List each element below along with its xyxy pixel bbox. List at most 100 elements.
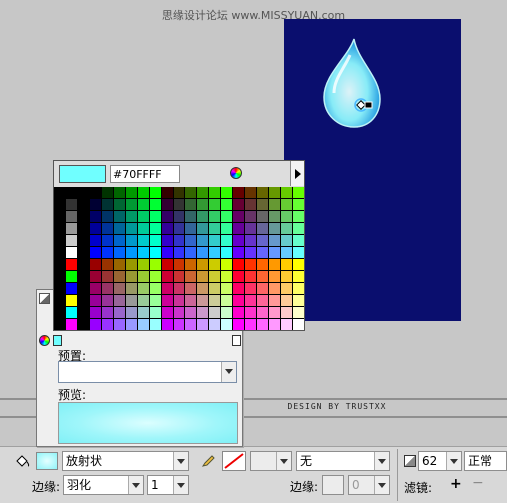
color-swatch[interactable] <box>269 211 281 222</box>
color-swatch[interactable] <box>257 187 269 198</box>
color-swatch[interactable] <box>161 223 173 234</box>
color-swatch[interactable] <box>137 271 149 282</box>
color-swatch[interactable] <box>257 247 269 258</box>
color-swatch[interactable] <box>173 247 185 258</box>
color-swatch[interactable] <box>125 259 137 270</box>
color-swatch[interactable] <box>54 199 65 210</box>
color-swatch[interactable] <box>209 271 221 282</box>
color-swatch[interactable] <box>125 307 137 318</box>
color-swatch[interactable] <box>125 223 137 234</box>
color-swatch[interactable] <box>257 199 269 210</box>
color-swatch[interactable] <box>137 259 149 270</box>
color-swatch[interactable] <box>161 307 173 318</box>
color-swatch[interactable] <box>281 235 293 246</box>
color-swatch[interactable] <box>77 295 89 306</box>
stroke-edge-select[interactable] <box>322 475 344 495</box>
color-swatch[interactable] <box>257 223 269 234</box>
color-swatch[interactable] <box>197 187 209 198</box>
color-swatch[interactable] <box>221 187 233 198</box>
color-swatch[interactable] <box>257 295 269 306</box>
color-swatch[interactable] <box>149 211 161 222</box>
color-swatch[interactable] <box>185 319 197 330</box>
stroke-color-swatch[interactable] <box>222 451 246 471</box>
color-swatch[interactable] <box>293 271 304 282</box>
color-swatch[interactable] <box>161 295 173 306</box>
color-swatch[interactable] <box>125 187 137 198</box>
color-swatch[interactable] <box>209 235 221 246</box>
color-swatch[interactable] <box>293 187 304 198</box>
opacity-field[interactable]: 62 <box>418 451 462 471</box>
color-swatch[interactable] <box>269 295 281 306</box>
color-swatch[interactable] <box>173 319 185 330</box>
color-swatch[interactable] <box>281 187 293 198</box>
color-swatch[interactable] <box>293 235 304 246</box>
color-swatch[interactable] <box>221 295 233 306</box>
color-swatch[interactable] <box>197 223 209 234</box>
color-swatch[interactable] <box>221 259 233 270</box>
hex-input[interactable] <box>110 165 180 183</box>
color-swatch[interactable] <box>233 247 245 258</box>
color-swatch[interactable] <box>209 319 221 330</box>
color-swatch[interactable] <box>161 211 173 222</box>
color-swatch[interactable] <box>173 223 185 234</box>
color-swatch[interactable] <box>149 283 161 294</box>
color-swatch[interactable] <box>221 211 233 222</box>
stroke-edge-amount-field[interactable]: 0 <box>348 475 390 495</box>
color-swatch[interactable] <box>101 199 113 210</box>
color-swatch[interactable] <box>137 223 149 234</box>
color-swatch[interactable] <box>54 271 65 282</box>
color-swatch[interactable] <box>209 283 221 294</box>
color-swatch[interactable] <box>89 247 101 258</box>
color-swatch[interactable] <box>197 271 209 282</box>
chevron-down-icon[interactable] <box>374 452 389 470</box>
color-swatch[interactable] <box>65 271 77 282</box>
remove-filter-icon[interactable]: − <box>472 475 484 491</box>
color-swatch[interactable] <box>233 283 245 294</box>
color-swatch[interactable] <box>137 211 149 222</box>
color-swatch[interactable] <box>65 307 77 318</box>
color-swatch[interactable] <box>89 223 101 234</box>
color-swatch[interactable] <box>185 307 197 318</box>
color-swatch[interactable] <box>113 223 125 234</box>
color-swatch[interactable] <box>281 307 293 318</box>
color-swatch[interactable] <box>89 259 101 270</box>
opacity-stop-icon[interactable] <box>39 293 50 304</box>
color-swatch[interactable] <box>113 199 125 210</box>
color-swatch[interactable] <box>245 295 257 306</box>
color-swatch[interactable] <box>54 295 65 306</box>
color-swatch[interactable] <box>185 187 197 198</box>
color-swatch[interactable] <box>161 259 173 270</box>
color-swatch[interactable] <box>54 187 65 198</box>
color-swatch[interactable] <box>245 271 257 282</box>
color-swatch[interactable] <box>293 247 304 258</box>
color-swatch[interactable] <box>233 259 245 270</box>
color-swatch[interactable] <box>233 223 245 234</box>
color-swatch[interactable] <box>65 247 77 258</box>
color-swatch[interactable] <box>221 199 233 210</box>
color-swatch[interactable] <box>245 235 257 246</box>
color-swatch[interactable] <box>185 259 197 270</box>
color-swatch[interactable] <box>101 271 113 282</box>
color-swatch[interactable] <box>54 307 65 318</box>
color-swatch[interactable] <box>137 235 149 246</box>
color-swatch[interactable] <box>293 259 304 270</box>
color-stop-icon[interactable] <box>232 335 241 346</box>
menu-arrow-icon[interactable] <box>290 161 304 186</box>
color-swatch[interactable] <box>113 271 125 282</box>
color-swatch[interactable] <box>209 259 221 270</box>
color-swatch[interactable] <box>101 211 113 222</box>
blend-mode-select[interactable]: 正常 <box>464 451 507 471</box>
color-wheel-icon[interactable] <box>230 167 242 179</box>
color-swatch[interactable] <box>77 283 89 294</box>
color-swatch[interactable] <box>89 211 101 222</box>
paint-bucket-icon[interactable] <box>14 453 32 469</box>
color-swatch[interactable] <box>209 199 221 210</box>
color-swatch[interactable] <box>65 259 77 270</box>
color-swatch[interactable] <box>257 235 269 246</box>
color-swatch[interactable] <box>137 295 149 306</box>
color-swatch[interactable] <box>281 247 293 258</box>
color-swatch[interactable] <box>149 199 161 210</box>
color-swatch[interactable] <box>221 223 233 234</box>
color-swatch[interactable] <box>113 295 125 306</box>
pencil-icon[interactable] <box>200 453 216 469</box>
